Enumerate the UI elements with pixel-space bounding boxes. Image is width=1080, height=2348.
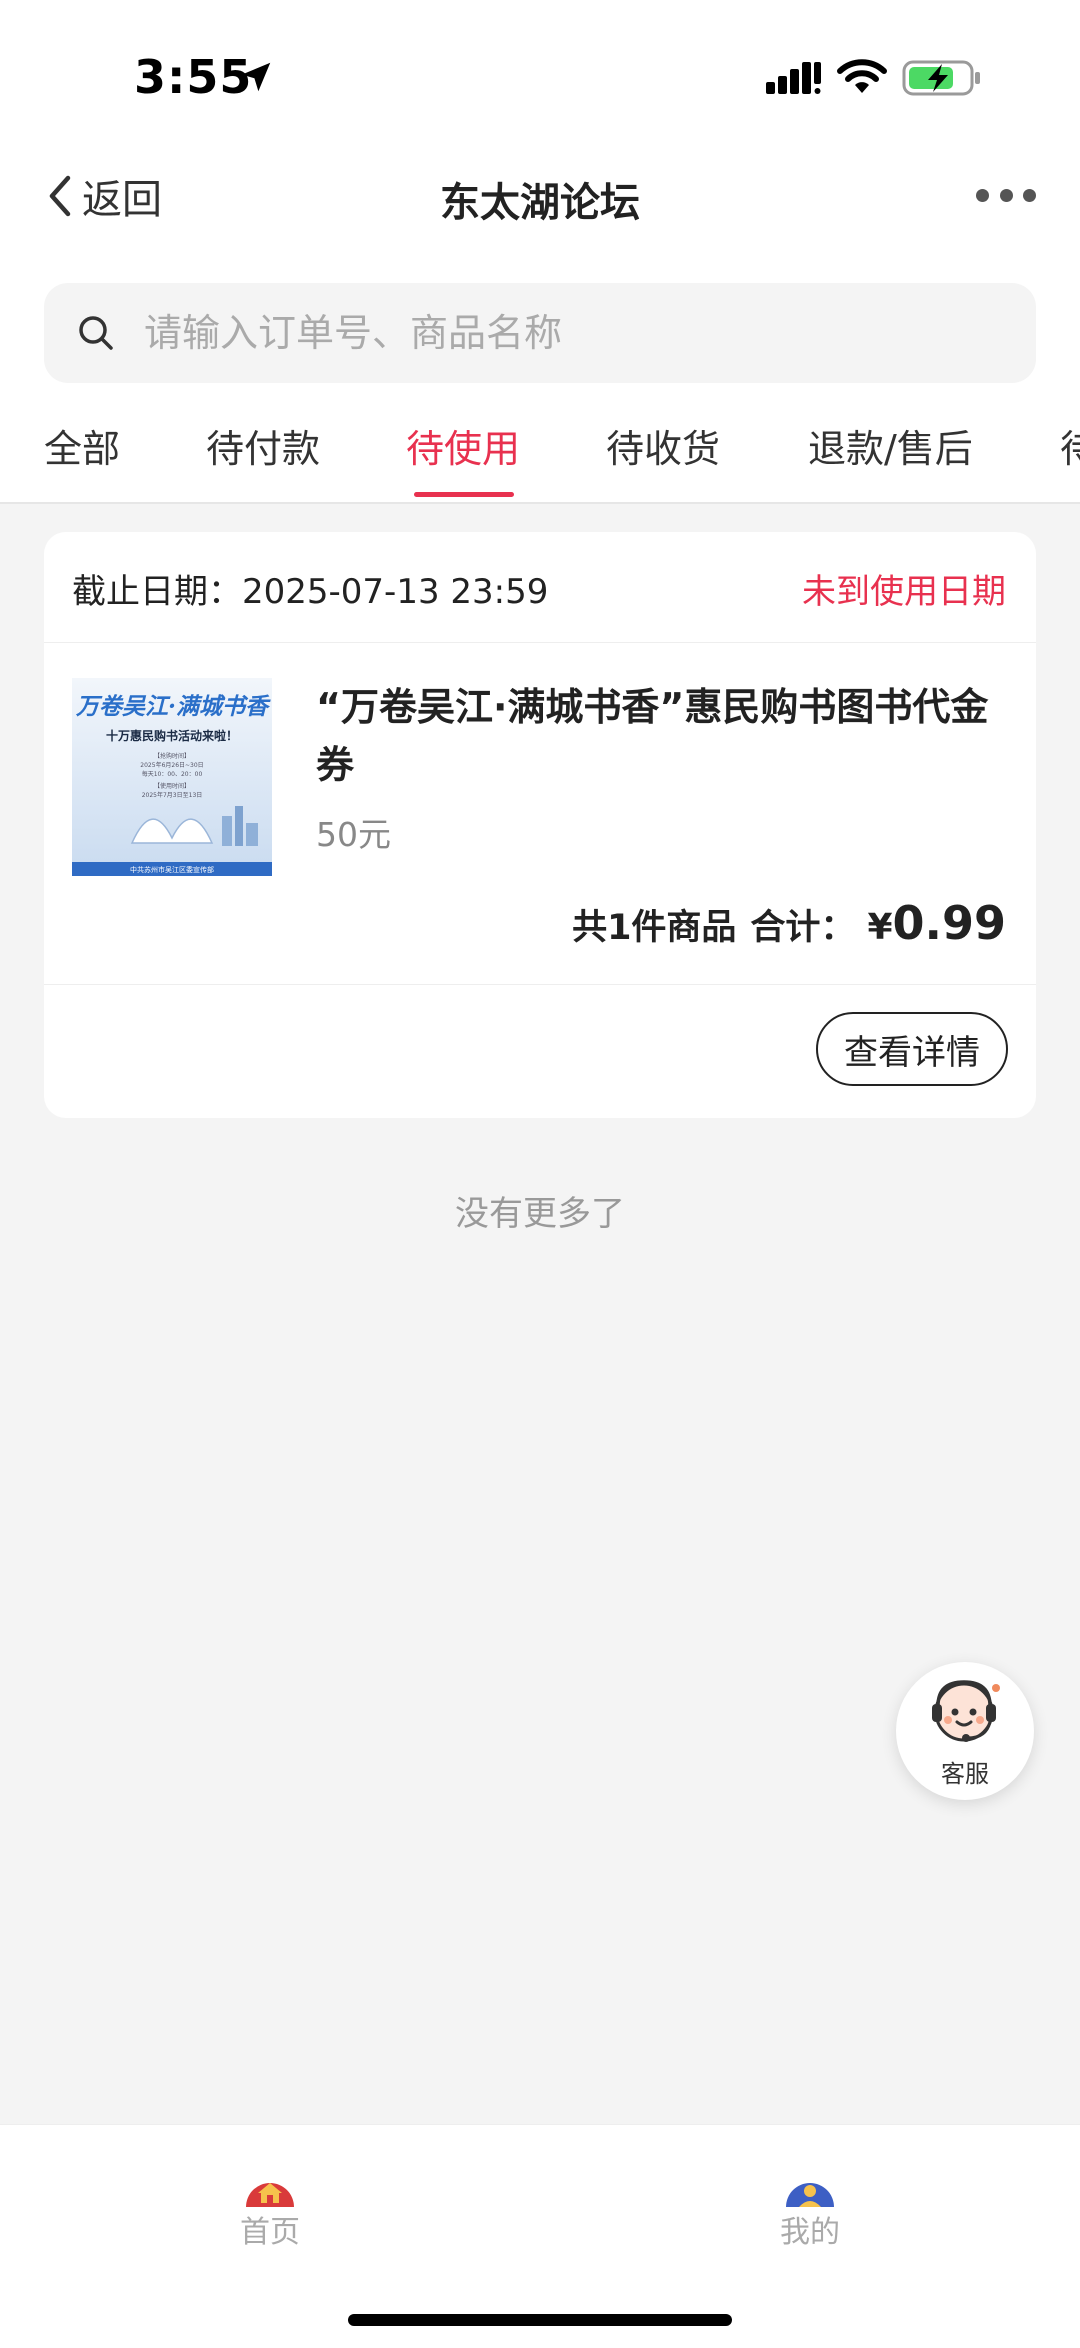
currency-symbol: ¥ (867, 907, 893, 948)
tabbar-item-home[interactable]: 首页 (210, 2173, 330, 2251)
order-card[interactable]: 截止日期：2025-07-13 23:59 未到使用日期 万卷吴江·满城书香 十… (44, 532, 1036, 1118)
tabbar-label-home: 首页 (240, 2215, 300, 2250)
home-icon (246, 2183, 294, 2207)
search-box[interactable] (44, 283, 1036, 383)
tabbar-item-mine[interactable]: 我的 (750, 2173, 870, 2251)
navigation-bar: 返回 东太湖论坛 (0, 140, 1080, 250)
customer-service-label: 客服 (941, 1760, 989, 1788)
customer-service-icon (932, 1680, 1000, 1742)
thumb-title: 万卷吴江·满城书香 (75, 693, 271, 720)
view-details-button[interactable]: 查看详情 (816, 1012, 1008, 1086)
battery-charging-icon (902, 60, 980, 96)
active-tab-indicator (414, 492, 514, 497)
more-options-button[interactable] (976, 180, 1036, 210)
tab-more[interactable]: 待 (1060, 418, 1080, 473)
thumb-line: 【抢购时间】 (154, 752, 190, 760)
thumb-footer: 中共苏州市吴江区委宣传部 (130, 865, 214, 874)
more-dot-icon (999, 188, 1013, 202)
wifi-icon (837, 59, 887, 93)
cellular-signal-icon (766, 62, 821, 94)
tab-refund-after-sales[interactable]: 退款/售后 (808, 418, 973, 473)
more-dot-icon (976, 188, 989, 202)
thumb-line: 2025年6月26日~30日 (140, 761, 203, 769)
order-status-tabs: 全部 待付款 待使用 待收货 退款/售后 待 (0, 400, 1080, 504)
list-end-text: 没有更多了 (455, 1194, 625, 1234)
more-dot-icon (1023, 188, 1036, 202)
deadline-text: 截止日期：2025-07-13 23:59 (72, 572, 549, 612)
search-icon (79, 316, 113, 350)
thumb-subtitle: 十万惠民购书活动来啦！ (106, 728, 238, 743)
thumb-line: 2025年7月3日至13日 (142, 791, 203, 799)
tab-pending-receipt[interactable]: 待收货 (606, 418, 720, 473)
tab-pending-payment[interactable]: 待付款 (206, 418, 320, 473)
total-label: 合计： (750, 908, 856, 948)
product-thumbnail[interactable]: 万卷吴江·满城书香 十万惠民购书活动来啦！ 【抢购时间】 2025年6月26日~… (72, 678, 272, 876)
tabbar-label-mine: 我的 (780, 2215, 840, 2250)
status-time: 3:55 (134, 50, 253, 104)
product-name[interactable]: “万卷吴江·满城书香”惠民购书图书代金券 (316, 678, 1006, 794)
thumb-line: 【使用时间】 (154, 782, 190, 790)
customer-service-button[interactable]: 客服 (896, 1662, 1034, 1800)
order-status-badge: 未到使用日期 (802, 572, 1006, 612)
order-summary: 共1件商品 合计： ¥ 0.99 (572, 896, 1006, 950)
total-amount: 0.99 (892, 896, 1007, 950)
home-indicator (348, 2314, 732, 2326)
item-count: 共1件商品 (572, 908, 737, 948)
thumb-line: 每天10：00、20：00 (142, 770, 203, 778)
search-input[interactable] (144, 283, 1004, 383)
location-arrow-icon (241, 62, 271, 92)
order-card-header: 截止日期：2025-07-13 23:59 未到使用日期 (44, 532, 1036, 643)
tab-all[interactable]: 全部 (44, 418, 120, 473)
divider (44, 984, 1036, 985)
tab-pending-use[interactable]: 待使用 (406, 418, 520, 473)
page-title: 东太湖论坛 (440, 180, 640, 226)
profile-icon (786, 2183, 834, 2207)
status-bar: 3:55 (0, 0, 1080, 140)
product-spec: 50元 (316, 815, 391, 854)
